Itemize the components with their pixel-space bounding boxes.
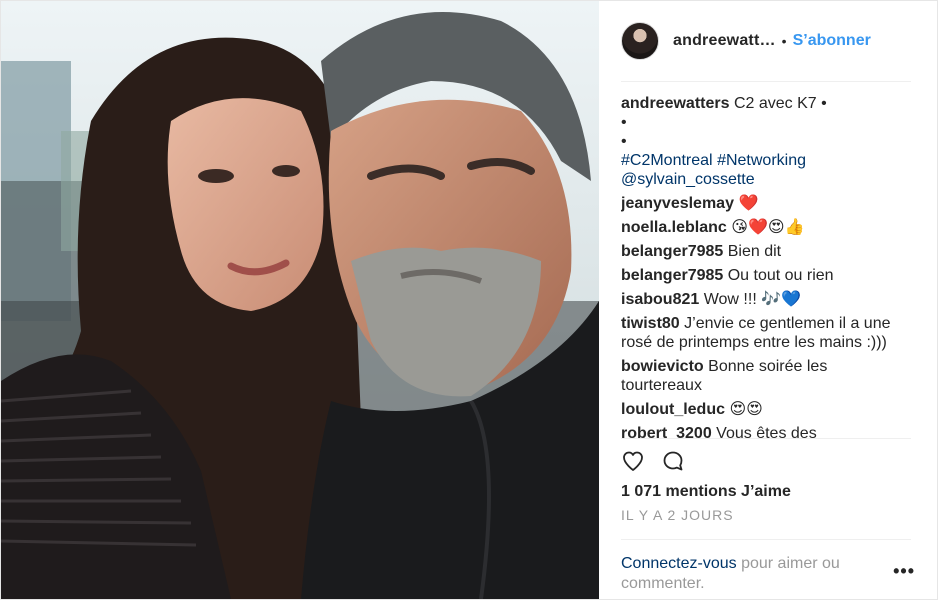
comment-username[interactable]: jeanyveslemay: [621, 195, 734, 212]
post-header: andreewatt… • S’abonner: [621, 1, 911, 82]
comment-text: Ou tout ou rien: [727, 267, 834, 284]
list-item: jeanyveslemay ❤️: [621, 194, 911, 213]
list-item: bowievicto Bonne soirée les tourtereaux: [621, 357, 911, 395]
caption: andreewatters C2 avec K7 • • • #C2Montre…: [621, 94, 911, 189]
comment-emoji: 😘❤️😍👍: [731, 219, 805, 236]
comment-emoji: ❤️: [738, 195, 759, 212]
list-item: noella.leblanc 😘❤️😍👍: [621, 218, 911, 237]
heart-outline-icon[interactable]: [621, 449, 645, 473]
mention-sylvain-cossette[interactable]: @sylvain_cossette: [621, 170, 911, 189]
list-item: tiwist80 J’envie ce gentlemen il a une r…: [621, 314, 911, 352]
comment-username[interactable]: bowievicto: [621, 358, 704, 375]
comment-username[interactable]: belanger7985: [621, 267, 723, 284]
caption-username[interactable]: andreewatters: [621, 95, 730, 112]
comment-emoji: 😍😍: [729, 401, 763, 418]
follow-button[interactable]: S’abonner: [793, 32, 871, 50]
list-item: belanger7985 Bien dit: [621, 242, 911, 261]
post-container: andreewatt… • S’abonner andreewatters C2…: [0, 0, 938, 600]
list-item: belanger7985 Ou tout ou rien: [621, 266, 911, 285]
caption-line-3: •: [621, 133, 627, 150]
comment-username[interactable]: loulout_leduc: [621, 401, 725, 418]
more-options-icon[interactable]: •••: [893, 561, 915, 581]
comment-list[interactable]: andreewatters C2 avec K7 • • • #C2Montre…: [621, 82, 911, 439]
post-photo[interactable]: [1, 1, 599, 599]
hashtag-c2montreal[interactable]: #C2Montreal: [621, 152, 713, 169]
comment-text: Wow !!!: [703, 291, 757, 308]
side-panel: andreewatt… • S’abonner andreewatters C2…: [599, 1, 937, 599]
likes-count[interactable]: 1 071 mentions J’aime: [621, 483, 911, 501]
list-item: loulout_leduc 😍😍: [621, 400, 911, 419]
selfie-illustration: [1, 1, 599, 599]
comment-text: Vous êtes des: [716, 425, 817, 439]
caption-line-1: C2 avec K7 •: [733, 95, 827, 112]
caption-line-2: •: [621, 114, 627, 131]
comment-username[interactable]: tiwist80: [621, 315, 680, 332]
comment-username[interactable]: noella.leblanc: [621, 219, 727, 236]
comment-username[interactable]: belanger7985: [621, 243, 723, 260]
comment-username[interactable]: isabou821: [621, 291, 699, 308]
list-item: isabou821 Wow !!! 🎶💙: [621, 290, 911, 309]
login-link[interactable]: Connectez-vous: [621, 555, 737, 572]
avatar[interactable]: [621, 22, 659, 60]
comment-emoji: 🎶💙: [761, 291, 802, 308]
list-item: robert_3200 Vous êtes des: [621, 424, 911, 439]
header-username[interactable]: andreewatt…: [673, 32, 776, 50]
hashtag-networking[interactable]: #Networking: [717, 152, 806, 169]
post-timestamp: IL Y A 2 JOURS: [621, 507, 734, 523]
comment-text: Bien dit: [727, 243, 782, 260]
login-prompt: Connectez-vous pour aimer ou commenter. …: [621, 539, 914, 599]
header-separator: •: [781, 33, 787, 49]
comment-username[interactable]: robert_3200: [621, 425, 712, 438]
action-bar: [621, 439, 911, 483]
comment-bubble-icon[interactable]: [661, 449, 685, 473]
